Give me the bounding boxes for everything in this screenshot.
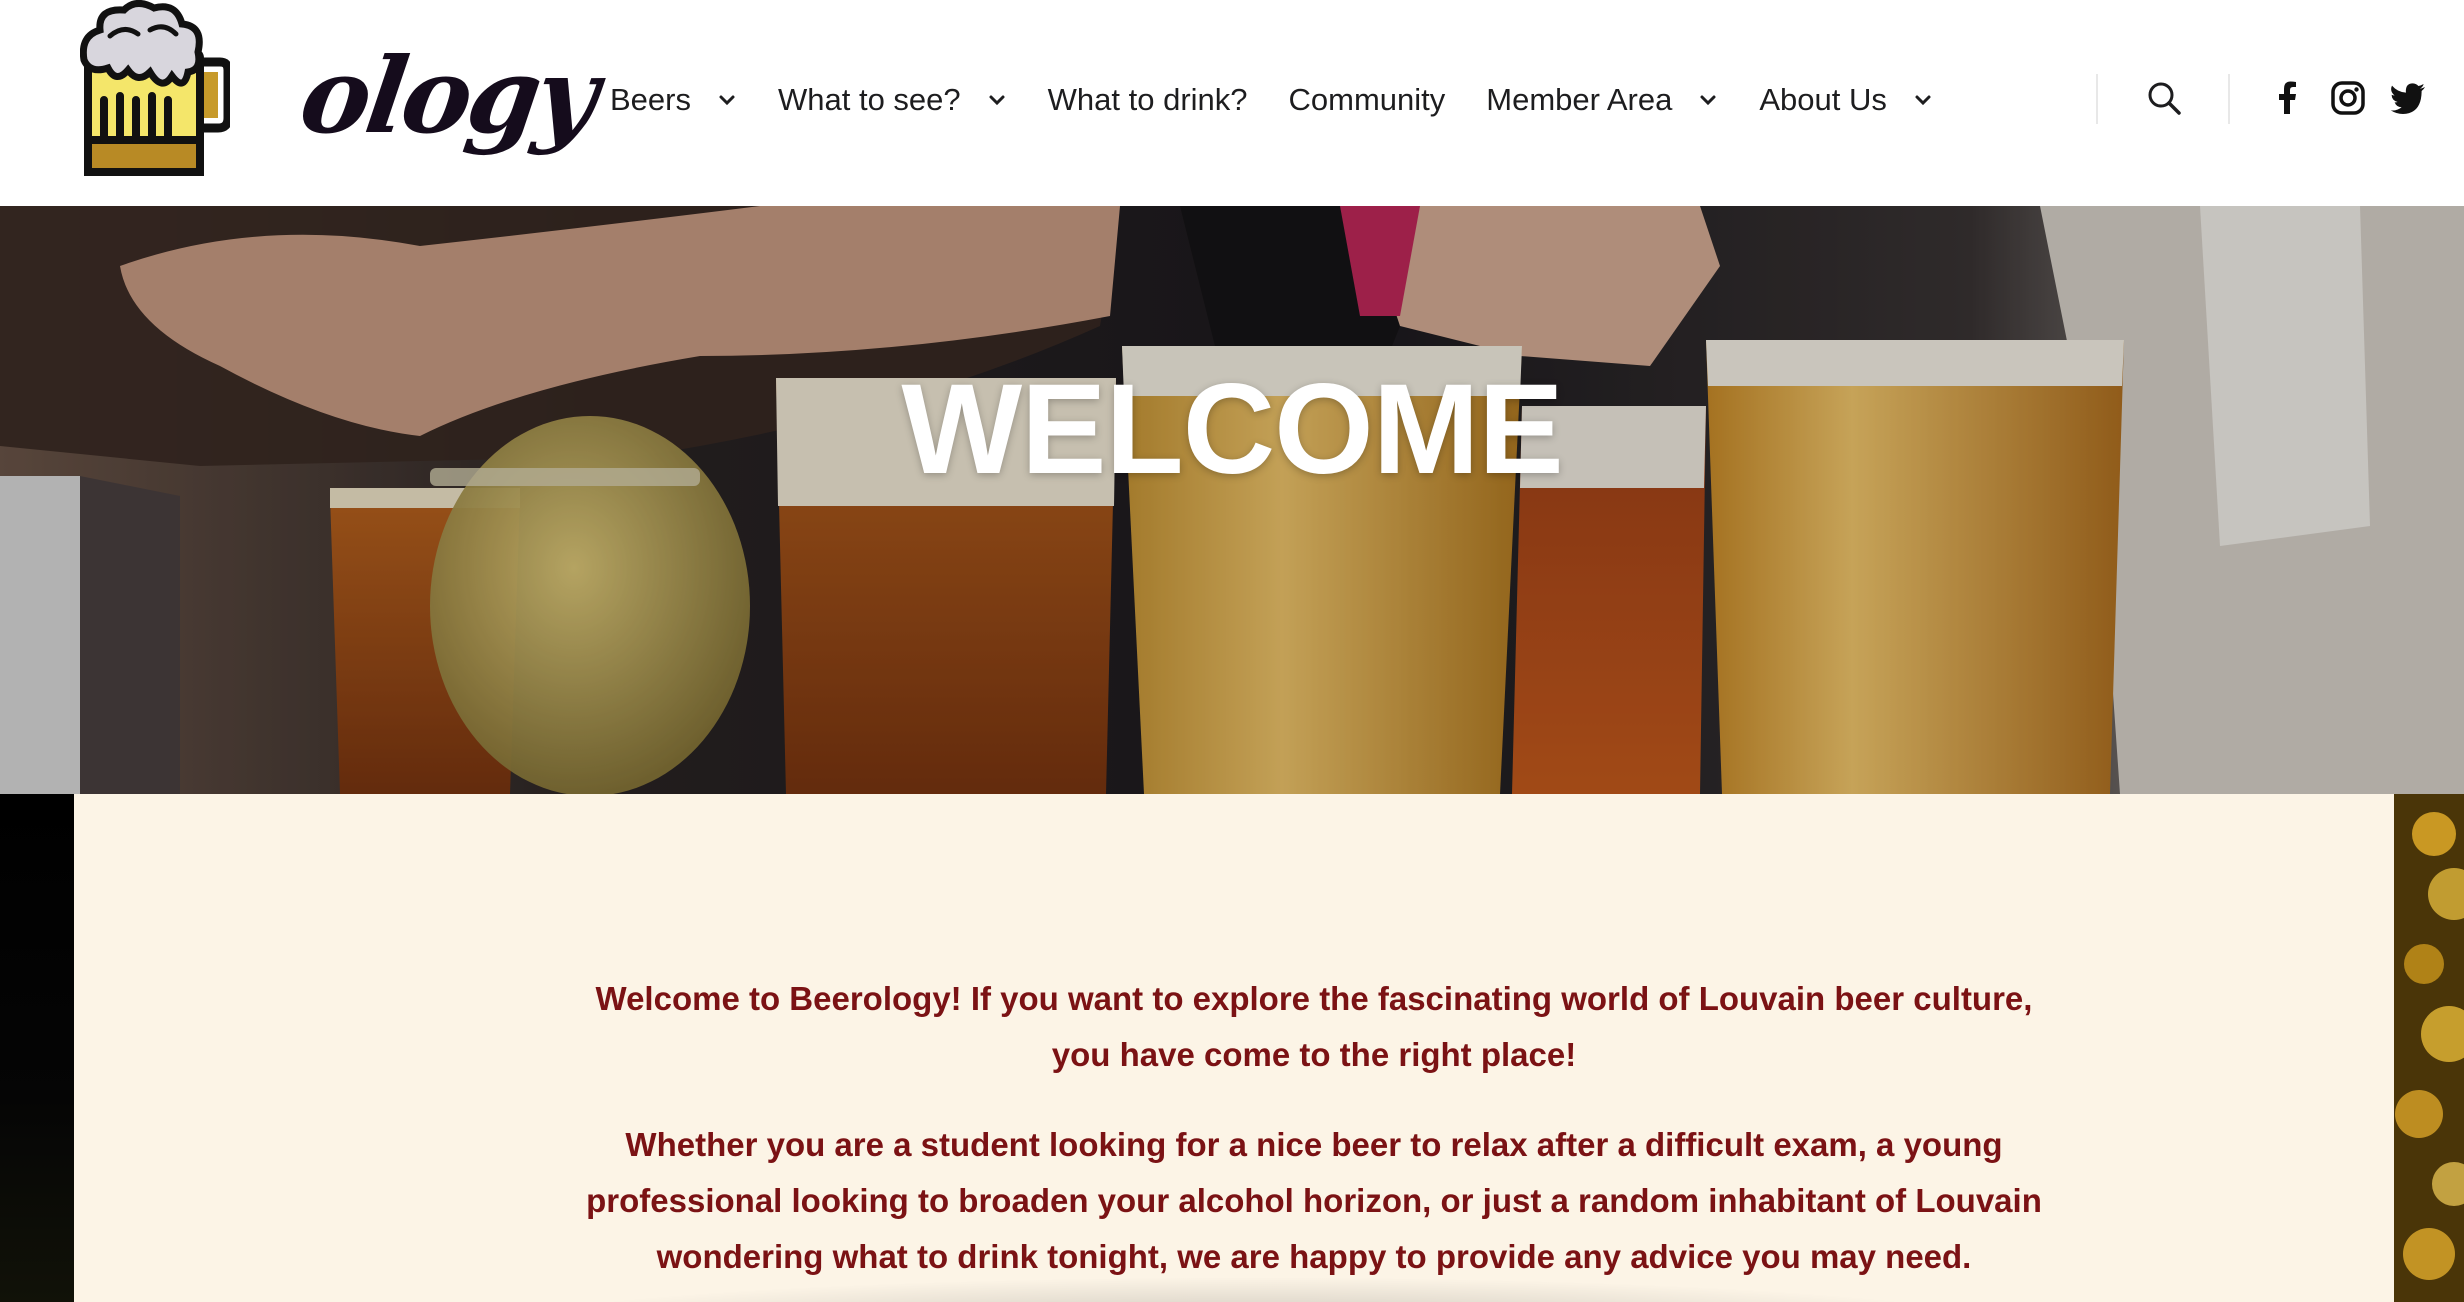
intro-paragraph-1: Welcome to Beerology! If you want to exp…: [595, 980, 2033, 1073]
nav-item-label: What to drink?: [1047, 82, 1248, 117]
chevron-down-icon: [1915, 95, 1931, 106]
header-divider: [2228, 74, 2230, 124]
instagram-icon: [2331, 81, 2365, 115]
chevron-down-icon: [719, 95, 735, 106]
card-shadow: [404, 1272, 2104, 1302]
instagram-link[interactable]: [2328, 78, 2368, 118]
background-strip-left: [0, 794, 74, 1302]
search-button[interactable]: [2144, 78, 2184, 118]
beer-mug-icon: [80, 0, 230, 176]
hero-title: WELCOME: [901, 358, 1563, 501]
bokeh-lights-image: [2394, 794, 2464, 1302]
hero-banner: WELCOME: [0, 206, 2464, 794]
search-icon: [2148, 82, 2181, 115]
facebook-link[interactable]: [2268, 78, 2308, 118]
header-divider: [2096, 74, 2098, 124]
facebook-icon: [2279, 81, 2296, 114]
nav-item-label: About Us: [1759, 82, 1887, 117]
nav-item-label: Community: [1288, 82, 1446, 117]
chevron-down-icon: [1700, 95, 1716, 106]
background-strip-right: [2394, 794, 2464, 1302]
nav-item-label: Beers: [610, 82, 691, 117]
logo-wordmark: ology: [293, 34, 603, 157]
nav-item-what-to-see[interactable]: What to see?: [778, 70, 1007, 130]
intro-section: Welcome to Beerology! If you want to exp…: [0, 794, 2464, 1302]
intro-panel: Welcome to Beerology! If you want to exp…: [74, 794, 2394, 1302]
nav-item-what-to-drink[interactable]: What to drink?: [1048, 70, 1248, 130]
twitter-icon: [2390, 83, 2425, 114]
intro-paragraph-2: Whether you are a student looking for a …: [586, 1126, 2042, 1275]
nav-item-label: What to see?: [777, 82, 961, 117]
nav-item-community[interactable]: Community: [1289, 70, 1446, 130]
twitter-link[interactable]: [2388, 78, 2428, 118]
nav-item-label: Member Area: [1486, 82, 1673, 117]
site-header: ology Beers What to see? What to drink? …: [0, 0, 2464, 206]
nav-item-about-us[interactable]: About Us: [1759, 70, 1933, 130]
site-logo[interactable]: ology: [80, 0, 602, 206]
nav-item-member-area[interactable]: Member Area: [1486, 70, 1718, 130]
chevron-down-icon: [989, 95, 1005, 106]
main-nav: Beers What to see? What to drink? Commun…: [610, 70, 1974, 130]
nav-item-beers[interactable]: Beers: [610, 70, 737, 130]
